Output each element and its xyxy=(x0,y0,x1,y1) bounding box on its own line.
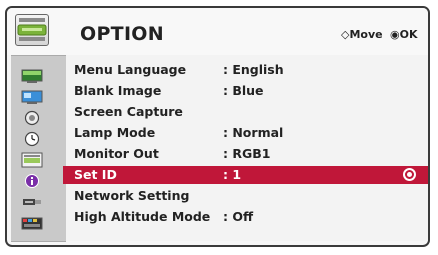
menu-item-blank-image[interactable]: Blank Image : Blue xyxy=(66,82,428,100)
option-list: Menu Language : English Blank Image : Bl… xyxy=(63,55,428,241)
category-sidebar xyxy=(11,55,66,242)
media-icon[interactable] xyxy=(21,215,43,231)
option-icon[interactable] xyxy=(21,152,43,168)
input-icon[interactable] xyxy=(21,194,43,210)
menu-item-label: Menu Language xyxy=(74,62,187,77)
menu-item-label: Set ID xyxy=(74,167,117,182)
menu-item-label: High Altitude Mode xyxy=(74,209,211,224)
menu-item-label: Blank Image xyxy=(74,83,162,98)
page-title: OPTION xyxy=(80,23,164,45)
menu-item-value: : RGB1 xyxy=(223,146,271,161)
menu-header: OPTION ◇Move ◉OK xyxy=(7,8,428,55)
move-hint: ◇Move xyxy=(341,28,383,41)
menu-item-value: : Blue xyxy=(223,83,264,98)
menu-item-screen-capture[interactable]: Screen Capture xyxy=(66,103,428,121)
time-icon[interactable] xyxy=(21,131,43,147)
menu-item-high-altitude-mode[interactable]: High Altitude Mode : Off xyxy=(66,208,428,226)
menu-item-label: Monitor Out xyxy=(74,146,159,161)
menu-item-value: : English xyxy=(223,62,284,77)
menu-item-value: : Normal xyxy=(223,125,284,140)
menu-item-network-setting[interactable]: Network Setting xyxy=(66,187,428,205)
menu-item-label: Lamp Mode xyxy=(74,125,156,140)
info-icon[interactable] xyxy=(21,173,43,189)
screen-icon[interactable] xyxy=(21,89,43,105)
menu-item-lamp-mode[interactable]: Lamp Mode : Normal xyxy=(66,124,428,142)
option-menu-window: OPTION ◇Move ◉OK Menu Language: English… xyxy=(5,6,430,247)
ok-hint: ◉OK xyxy=(390,28,418,41)
menu-item-label: Network Setting xyxy=(74,188,190,203)
menu-item-menu-language[interactable]: Menu Language : English xyxy=(66,61,428,79)
menu-item-set-id[interactable]: Set ID : 1 xyxy=(63,166,428,184)
menu-item-value: : 1 xyxy=(223,167,242,182)
tools-icon xyxy=(15,14,49,46)
picture-icon[interactable] xyxy=(21,68,43,84)
menu-item-monitor-out[interactable]: Monitor Out : RGB1 xyxy=(66,145,428,163)
menu-item-label: Screen Capture xyxy=(74,104,183,119)
ok-indicator-icon xyxy=(403,168,416,181)
menu-item-value: : Off xyxy=(223,209,254,224)
audio-icon[interactable] xyxy=(21,110,43,126)
